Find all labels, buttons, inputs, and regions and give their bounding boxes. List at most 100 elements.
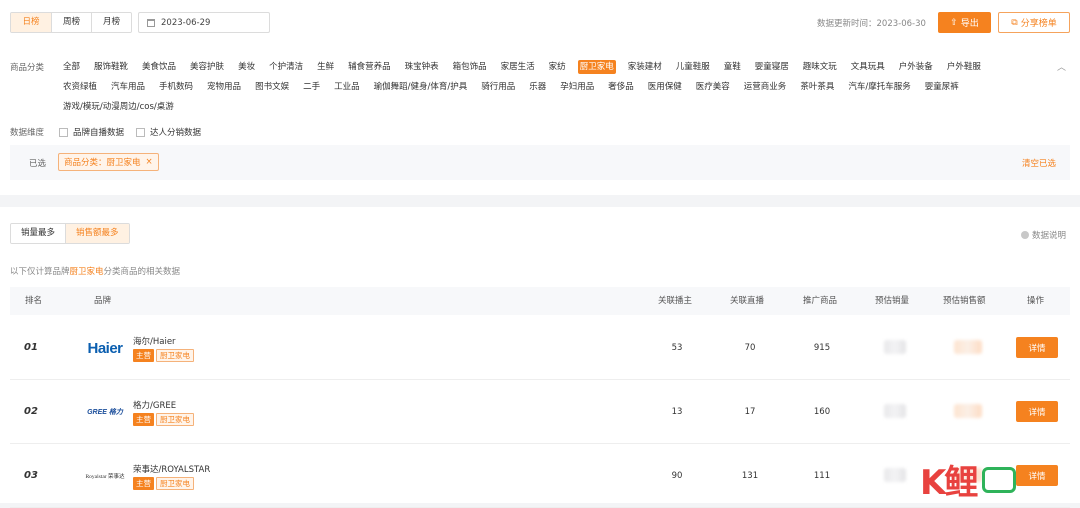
category-item[interactable]: 医用保健 [646,80,684,94]
share-button[interactable]: ⧉ 分享榜单 [998,12,1070,33]
ranking-panel: 销量最多 销售额最多 数据说明 以下仅计算品牌厨卫家电分类商品的相关数据 排名 … [0,207,1080,508]
checkbox-label: 达人分销数据 [150,128,202,138]
category-item[interactable]: 个护清洁 [267,60,305,74]
checkbox-box [136,127,146,137]
category-item[interactable]: 箱包饰品 [451,60,489,74]
category-item[interactable]: 服饰鞋靴 [92,60,130,74]
category-item[interactable]: 二手 [301,80,322,94]
category-item[interactable]: 茶叶茶具 [798,80,836,94]
export-button[interactable]: ⇧ 导出 [938,12,991,33]
tab-sales-amount[interactable]: 销售额最多 [65,224,129,243]
logo-text: Royalstar 荣事达 [85,474,125,480]
category-item[interactable]: 生鲜 [315,60,336,74]
col-action: 操作 [1027,296,1045,306]
logo-text: Haier [87,339,123,357]
tab-sales-volume[interactable]: 销量最多 [11,224,66,243]
lives-count: 17 [744,407,756,417]
sales-blurred [884,340,906,354]
category-item[interactable]: 厨卫家电 [577,60,616,74]
logo-text: GREE 格力 [87,409,123,416]
category-item[interactable]: 瑜伽舞蹈/健身/体育/护具 [372,80,470,94]
category-item[interactable]: 孕妇用品 [558,80,596,94]
period-tabs: 日榜 周榜 月榜 [10,12,132,33]
category-item[interactable]: 户外鞋服 [945,60,983,74]
col-anchors: 关联播主 [658,296,693,306]
col-products: 推广商品 [803,296,838,306]
category-item[interactable]: 婴童寝居 [753,60,791,74]
tag-close-icon[interactable]: × [146,157,153,167]
rank-number: 01 [24,342,38,353]
update-value: 2023-06-30 [876,19,926,29]
detail-button[interactable]: 详情 [1016,337,1058,358]
lives-count: 131 [741,471,759,481]
category-item[interactable]: 宠物用品 [205,80,243,94]
tab-daily[interactable]: 日榜 [11,13,51,32]
category-label: 商品分类 [10,63,45,73]
watermark-text: K鲤 [920,463,978,503]
category-item[interactable]: 辅食营养品 [346,60,393,74]
sort-tabs: 销量最多 销售额最多 [10,223,130,244]
category-item[interactable]: 游戏/模玩/动漫周边/cos/桌游 [61,100,176,114]
category-badge: 厨卫家电 [156,413,194,426]
category-row-2: 农资绿植 汽车用品 手机数码 宠物用品 图书文娱 二手 工业品 瑜伽舞蹈/健身/体育/护具 骑行… [61,80,961,94]
share-label: 分享榜单 [1020,19,1057,29]
main-badge: 主营 [133,413,154,426]
category-item[interactable]: 户外装备 [897,60,935,74]
watermark-box-icon [982,466,1017,493]
clear-selection-link[interactable]: 清空已选 [1022,157,1056,169]
category-item[interactable]: 美容护肤 [188,60,226,74]
category-item[interactable]: 农资绿植 [61,80,99,94]
category-item[interactable]: 汽车用品 [109,80,147,94]
category-item[interactable]: 趣味文玩 [801,60,839,74]
table-row: 02 GREE 格力 格力/GREE 主营 厨卫家电 13 17 160 详情 [10,380,1070,444]
selected-tag[interactable]: 商品分类：厨卫家电 × [58,153,159,171]
info-icon [1021,231,1029,239]
category-item[interactable]: 家装建材 [626,60,664,74]
category-item[interactable]: 图书文娱 [253,80,291,94]
category-item[interactable]: 骑行用品 [479,80,517,94]
category-item[interactable]: 乐器 [527,80,548,94]
scope-note: 以下仅计算品牌厨卫家电分类商品的相关数据 [10,265,180,277]
category-badge: 厨卫家电 [156,477,194,490]
brand-badges: 主营 厨卫家电 [133,349,194,362]
royalstar-logo: Royalstar 荣事达 [82,466,128,486]
share-icon: ⧉ [1011,17,1018,28]
anchors-count: 53 [671,343,683,353]
haier-logo: Haier [82,338,128,358]
category-item[interactable]: 医疗美容 [694,80,732,94]
category-item[interactable]: 儿童鞋服 [674,60,712,74]
dimension-label: 数据维度 [10,128,45,138]
collapse-chevron-icon[interactable]: ︿ [1057,60,1066,73]
category-item[interactable]: 童鞋 [722,60,743,74]
influencer-checkbox[interactable]: 达人分销数据 [136,126,201,138]
category-item[interactable]: 运营商业务 [742,80,789,94]
category-item[interactable]: 全部 [61,60,82,74]
category-item[interactable]: 家纺 [547,60,568,74]
checkbox-label: 品牌自播数据 [73,128,125,138]
category-item[interactable]: 婴童尿裤 [923,80,961,94]
date-picker[interactable]: 2023-06-29 [138,12,270,33]
category-item[interactable]: 文具玩具 [849,60,887,74]
category-item[interactable]: 手机数码 [157,80,195,94]
category-item[interactable]: 美食饮品 [140,60,178,74]
products-count: 915 [813,343,831,353]
category-row-1: 全部 服饰鞋靴 美食饮品 美容护肤 美妆 个护清洁 生鲜 辅食营养品 珠宝钟表 箱包饰品 家居生活家… [61,60,983,74]
sales-blurred [884,404,906,418]
data-note-link[interactable]: 数据说明 [1021,229,1066,241]
category-item[interactable]: 家居生活 [499,60,537,74]
category-item[interactable]: 奢侈品 [606,80,636,94]
checkbox-box [59,127,68,137]
col-sales: 预估销量 [875,296,910,306]
category-item[interactable]: 美妆 [236,60,257,74]
tab-monthly[interactable]: 月榜 [91,13,131,32]
category-item[interactable]: 珠宝钟表 [403,60,441,74]
col-revenue: 预估销售额 [943,296,986,306]
brand-live-checkbox[interactable]: 品牌自播数据 [59,126,124,138]
detail-button[interactable]: 详情 [1016,465,1058,486]
lives-count: 70 [744,343,756,353]
tab-weekly[interactable]: 周榜 [51,13,91,32]
detail-button[interactable]: 详情 [1016,401,1058,422]
category-item[interactable]: 汽车/摩托车服务 [846,80,912,94]
category-item[interactable]: 工业品 [332,80,362,94]
update-time: 数据更新时间：2023-06-30 [817,17,926,29]
